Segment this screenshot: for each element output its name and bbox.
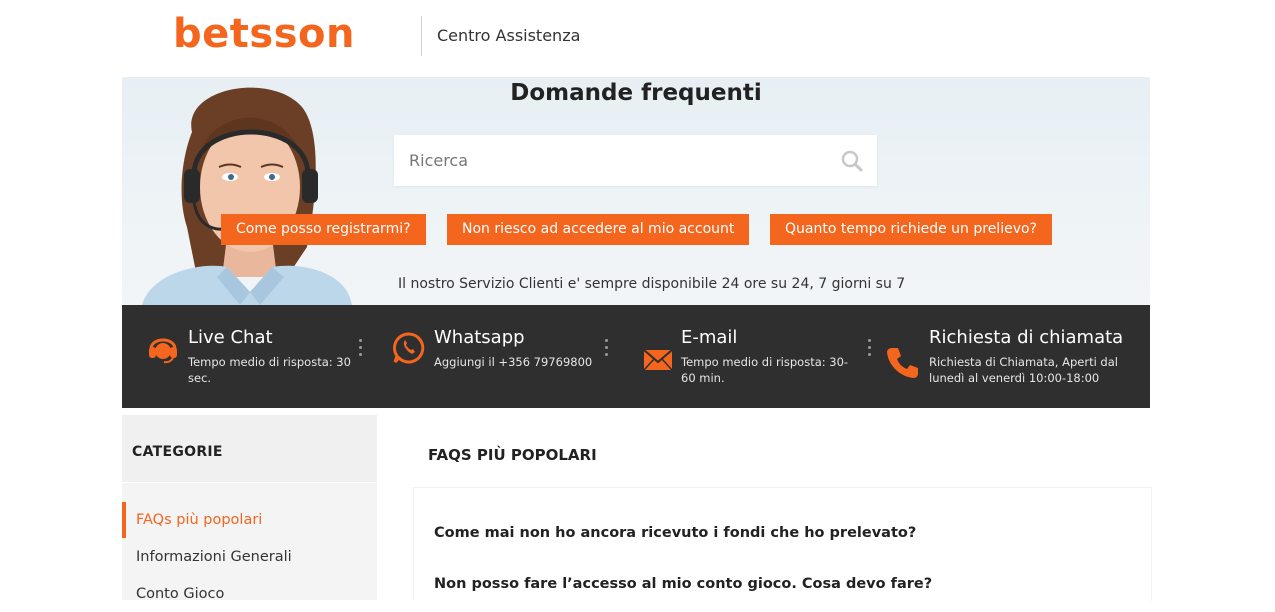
quick-link-register-button[interactable]: Come posso registrarmi?: [221, 214, 426, 245]
whatsapp-icon: [393, 332, 425, 364]
callback-title: Richiesta di chiamata: [929, 327, 1124, 348]
support-agent-image: [142, 87, 352, 305]
hero-title: Domande frequenti: [510, 80, 762, 106]
sidebar-item-general-info[interactable]: Informazioni Generali: [122, 539, 377, 575]
categories-heading-bar: CATEGORIE: [122, 415, 377, 483]
separator-dots: [868, 339, 872, 360]
header-title[interactable]: Centro Assistenza: [437, 26, 580, 45]
contact-options-bar: Live Chat Tempo medio di risposta: 30 se…: [122, 305, 1150, 408]
envelope-icon: [643, 349, 673, 371]
phone-icon: [887, 348, 918, 378]
whatsapp-subtitle: Aggiungi il +356 79769800: [434, 355, 593, 369]
separator-dots: [359, 339, 363, 360]
contact-email[interactable]: E-mail Tempo medio di risposta: 30-60 mi…: [637, 305, 867, 408]
site-header: betsson Centro Assistenza: [0, 0, 1275, 76]
faq-search-box: [394, 135, 877, 186]
whatsapp-title: Whatsapp: [434, 327, 525, 348]
sidebar-item-game-account[interactable]: Conto Gioco: [122, 576, 377, 612]
email-subtitle: Tempo medio di risposta: 30-60 min.: [681, 355, 849, 385]
betsson-logo[interactable]: betsson: [173, 11, 355, 57]
categories-sidebar: CATEGORIE FAQs più popolari Informazioni…: [122, 415, 377, 602]
contact-live-chat[interactable]: Live Chat Tempo medio di risposta: 30 se…: [122, 305, 367, 408]
support-availability-note: Il nostro Servizio Clienti e' sempre dis…: [398, 276, 906, 292]
quick-link-withdrawal-button[interactable]: Quanto tempo richiede un prelievo?: [770, 214, 1052, 245]
live-chat-subtitle: Tempo medio di risposta: 30 sec.: [188, 355, 351, 385]
categories-heading: CATEGORIE: [132, 444, 223, 460]
popular-faqs-title: FAQS PIÙ POPOLARI: [428, 446, 597, 464]
faq-item[interactable]: Come mai non ho ancora ricevuto i fondi …: [434, 525, 916, 541]
live-chat-title: Live Chat: [188, 327, 273, 348]
faq-item[interactable]: Non posso fare l’accesso al mio conto gi…: [434, 576, 932, 592]
hero-banner: Domande frequenti Come posso registrarmi…: [122, 77, 1150, 305]
separator-dots: [605, 339, 609, 360]
faq-list: Come mai non ho ancora ricevuto i fondi …: [413, 487, 1152, 601]
email-title: E-mail: [681, 327, 738, 348]
faq-search-input[interactable]: [394, 135, 829, 186]
header-divider: [421, 16, 422, 56]
headset-icon: [149, 338, 177, 364]
search-icon[interactable]: [841, 150, 863, 172]
sidebar-item-popular-faqs[interactable]: FAQs più popolari: [122, 502, 377, 538]
callback-subtitle: Richiesta di Chiamata, Aperti dal lunedì…: [929, 355, 1118, 385]
contact-whatsapp[interactable]: Whatsapp Aggiungi il +356 79769800: [382, 305, 607, 408]
contact-callback-request[interactable]: Richiesta di chiamata Richiesta di Chiam…: [882, 305, 1142, 408]
quick-link-login-button[interactable]: Non riesco ad accedere al mio account: [447, 214, 750, 245]
